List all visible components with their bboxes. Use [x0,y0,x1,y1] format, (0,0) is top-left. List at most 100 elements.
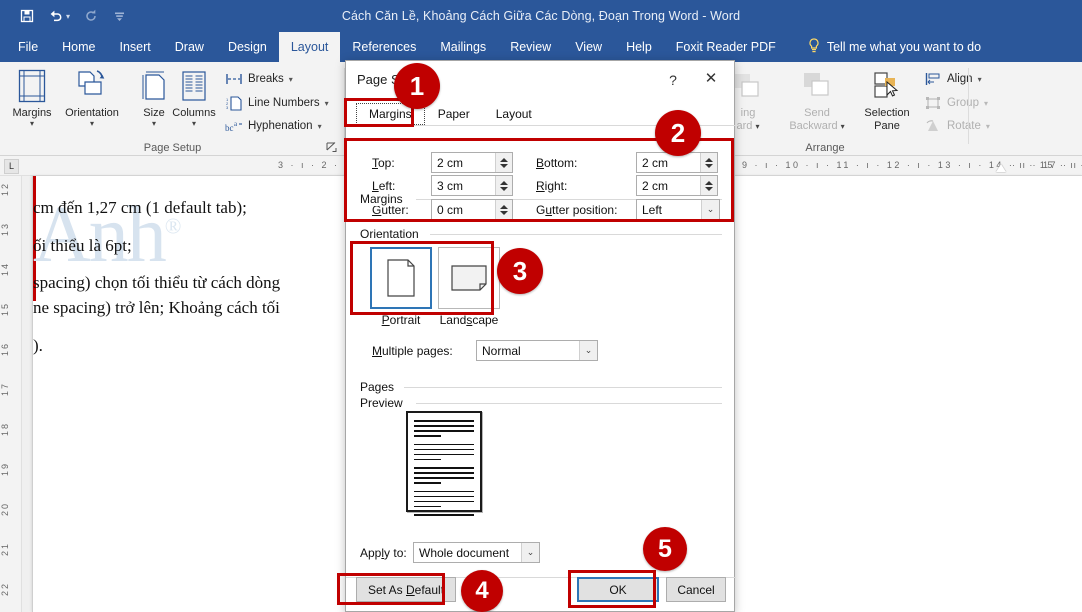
preview-line-short [414,435,441,437]
ribbon-hyphenation-label: Hyphenation [248,120,313,132]
multiple-pages-label: Multiple pages: [372,344,453,358]
tab-help[interactable]: Help [614,32,664,62]
doc-paragraph-3: spacing) chọn tối thiểu từ cách dòng [33,271,393,296]
apply-to-value: Whole document [414,546,521,560]
chevron-down-icon[interactable]: ▾ [192,120,196,129]
save-icon[interactable] [14,3,40,29]
group-label-page-setup: Page Setup [0,142,345,154]
group-arrange: ing ard ▾ Send Backward ▾ Selection Pane [700,62,1020,156]
vertical-ruler[interactable]: 12 13 14 15 16 17 18 19 20 21 22 [0,176,22,612]
tab-review[interactable]: Review [498,32,563,62]
tab-draw[interactable]: Draw [163,32,216,62]
ribbon-selection-pane-button[interactable]: Selection Pane [856,66,918,138]
ribbon-margins-button[interactable]: Margins ▾ [4,66,60,138]
multiple-pages-select[interactable]: Normal ⌄ [476,340,598,361]
rotate-icon [924,117,942,135]
chevron-down-icon[interactable]: ▾ [152,120,156,129]
ribbon-bring-forward-label2: ard ▾ [737,120,760,132]
undo-dropdown-icon[interactable]: ▾ [66,12,76,21]
tab-design[interactable]: Design [216,32,279,62]
preview-line [414,472,474,474]
chevron-down-icon[interactable]: ▾ [30,120,34,129]
document-text[interactable]: cm đến 1,27 cm (1 default tab); ối thiểu… [33,196,393,371]
preview-line-short [414,459,441,461]
chevron-down-icon[interactable]: ⌄ [579,341,597,360]
breaks-icon [225,70,243,88]
tab-foxit-reader-pdf[interactable]: Foxit Reader PDF [664,32,788,62]
tab-mailings[interactable]: Mailings [428,32,498,62]
ribbon-orientation-label: Orientation [65,107,119,119]
dialog-tab-layout[interactable]: Layout [483,103,545,125]
preview-line [414,454,474,456]
tell-me-box[interactable]: Tell me what you want to do [798,32,991,62]
group-label-arrange: Arrange [700,142,950,154]
chevron-down-icon[interactable]: ▾ [90,120,94,129]
orientation-portrait-label: Portrait [366,313,436,327]
preview-line [414,425,474,427]
hruler-scale-left: 3 · ı · 2 · [278,160,340,170]
bring-forward-icon [731,66,765,106]
ribbon-selection-pane-label2: Pane [874,120,900,132]
preview-line-short [414,482,441,484]
vruler-tick-12: 12 [0,182,22,196]
tab-insert[interactable]: Insert [108,32,163,62]
tab-file[interactable]: File [6,32,50,62]
window-title: Cách Căn Lề, Khoảng Cách Giữa Các Dòng, … [0,0,1082,32]
cancel-button[interactable]: Cancel [666,577,726,602]
tab-references[interactable]: References [340,32,428,62]
customize-qat-icon[interactable] [106,3,132,29]
title-bar: Cách Căn Lề, Khoảng Cách Giữa Các Dòng, … [0,0,1082,32]
preview-line [414,430,474,432]
vruler-tick-22: 22 [0,582,22,596]
ribbon-tab-row: File Home Insert Draw Design Layout Refe… [0,32,1082,62]
close-icon[interactable]: ✕ [696,67,726,91]
preview-line [414,496,474,498]
apply-to-select[interactable]: Whole document ⌄ [413,542,540,563]
quick-access-toolbar: ▾ [14,0,132,32]
group-separator [968,68,969,144]
help-icon[interactable]: ? [662,69,684,91]
page-setup-dialog-launcher[interactable] [325,142,337,154]
columns-icon [179,66,209,106]
tab-view[interactable]: View [563,32,614,62]
ribbon-columns-label: Columns [172,107,215,119]
undo-icon[interactable] [42,3,68,29]
ribbon-breaks-button[interactable]: Breaks ▾ [225,68,293,90]
vruler-tick-17: 17 [0,382,22,396]
pages-section-rule [404,387,722,388]
vruler-tick-21: 21 [0,542,22,556]
orientation-section-rule [430,234,722,235]
hruler-scale-far-right: · ı · 17 · ı · [1012,160,1082,170]
doc-paragraph-1: cm đến 1,27 cm (1 default tab); [33,196,393,221]
ribbon-orientation-button[interactable]: Orientation ▾ [58,66,126,138]
tab-stop-selector[interactable]: L [4,159,19,174]
preview-line [414,420,474,422]
ribbon-hyphenation-button[interactable]: bca Hyphenation ▾ [225,115,322,137]
hanging-indent-marker[interactable] [996,164,1006,172]
chevron-down-icon[interactable]: ⌄ [521,543,539,562]
chevron-down-icon[interactable]: ▾ [289,75,293,84]
tab-home[interactable]: Home [50,32,107,62]
ribbon-send-backward-button: Send Backward ▾ [780,66,854,138]
orientation-section-label: Orientation [360,227,425,241]
tab-layout[interactable]: Layout [279,32,341,62]
chevron-down-icon[interactable]: ▾ [325,99,329,108]
dialog-tab-paper[interactable]: Paper [425,103,483,125]
chevron-down-icon[interactable]: ▾ [978,75,982,84]
chevron-down-icon[interactable]: ▾ [318,122,322,131]
redo-icon[interactable] [78,3,104,29]
apply-to-label: Apply to: [360,546,407,560]
ribbon-line-numbers-button[interactable]: 123 Line Numbers ▾ [225,92,329,114]
annotation-box-ok [568,570,656,608]
vruler-tick-20: 20 [0,502,22,516]
svg-text:3: 3 [226,105,229,110]
preview-line [414,477,474,479]
tell-me-label: Tell me what you want to do [827,40,981,54]
hyphenation-icon: bca [225,117,243,135]
align-icon [924,70,942,88]
doc-paragraph-4: ne spacing) trở lên; Khoảng cách tối [33,296,393,321]
ribbon-align-button[interactable]: Align ▾ [924,68,982,90]
ribbon-bring-forward-label: ing [741,107,756,119]
ribbon-columns-button[interactable]: Columns ▾ [164,66,224,138]
annotation-box-orientation-section [350,241,494,315]
